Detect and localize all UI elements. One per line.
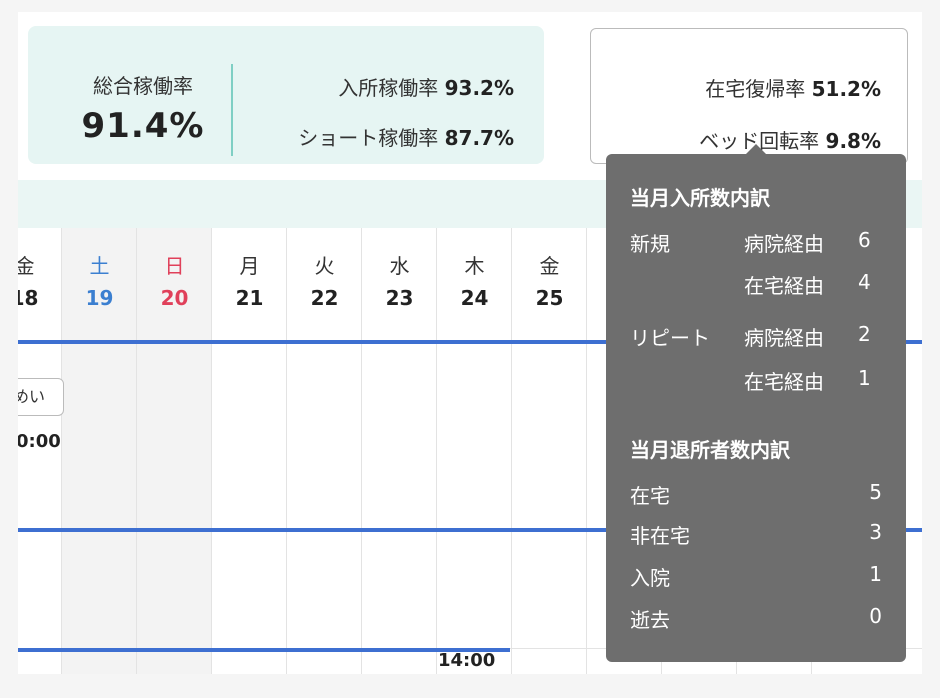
admission-occupancy: 入所稼働率 93.2%: [338, 72, 514, 101]
discharge-label: 逝去: [630, 608, 670, 632]
breakdown-tooltip: 当月入所数内訳 新規 病院経由 6 在宅経由 4 リピート 病院経由 2 在宅経…: [606, 144, 906, 662]
overall-occupancy-label: 総合稼働率: [93, 74, 193, 98]
day-column[interactable]: 土 19: [61, 228, 137, 674]
day-column[interactable]: 水 23: [361, 228, 437, 674]
short-occupancy: ショート稼働率 87.7%: [298, 122, 514, 151]
repeat-home-label: 在宅経由: [744, 370, 824, 394]
day-of-week: 月: [239, 254, 260, 278]
home-return-rate: 在宅復帰率 51.2%: [705, 73, 881, 102]
day-column[interactable]: 月 21: [211, 228, 287, 674]
stats-divider: [231, 64, 233, 156]
day-number: 25: [535, 286, 564, 310]
discharge-value: 1: [869, 562, 882, 586]
day-of-week: 水: [389, 254, 410, 278]
day-column[interactable]: 火 22: [286, 228, 362, 674]
occupancy-stats-panel: 総合稼働率 91.4% 入所稼働率 93.2% ショート稼働率 87.7%: [28, 26, 544, 164]
day-of-week: 金: [539, 254, 560, 278]
discharge-value: 3: [869, 520, 882, 544]
day-number: 22: [310, 286, 339, 310]
repeat-home-value: 1: [858, 366, 871, 390]
day-of-week: 土: [89, 254, 110, 278]
resident-tag[interactable]: めい: [18, 378, 64, 416]
day-number: 24: [460, 286, 489, 310]
day-column[interactable]: 日 20: [136, 228, 212, 674]
discharge-value: 5: [869, 480, 882, 504]
home-return-value: 51.2%: [811, 77, 881, 101]
dashboard-card: 総合稼働率 91.4% 入所稼働率 93.2% ショート稼働率 87.7% 在宅…: [18, 12, 922, 674]
home-return-label: 在宅復帰率: [705, 77, 806, 101]
day-of-week: 火: [314, 254, 335, 278]
discharge-breakdown-heading: 当月退所者数内訳: [630, 438, 790, 462]
new-hospital-label: 病院経由: [744, 232, 824, 256]
new-label: 新規: [630, 232, 670, 256]
overall-occupancy-value: 91.4%: [81, 106, 205, 146]
discharge-label: 非在宅: [630, 524, 690, 548]
day-number: 21: [235, 286, 264, 310]
repeat-hospital-label: 病院経由: [744, 326, 824, 350]
short-occupancy-value: 87.7%: [444, 126, 514, 150]
new-hospital-value: 6: [858, 228, 871, 252]
day-of-week: 金: [18, 254, 35, 278]
discharge-label: 入院: [630, 566, 670, 590]
day-number: 19: [85, 286, 114, 310]
tooltip-arrow: [746, 144, 766, 154]
admission-occupancy-label: 入所稼働率: [338, 76, 439, 100]
discharge-value: 0: [869, 604, 882, 628]
event-time: 14:00: [438, 650, 496, 671]
day-of-week: 木: [464, 254, 485, 278]
stay-bar[interactable]: [18, 648, 510, 652]
event-time: 0:00: [18, 431, 61, 452]
bed-turnover-value: 9.8%: [825, 129, 881, 153]
admission-occupancy-value: 93.2%: [444, 76, 514, 100]
day-column[interactable]: 金 25: [511, 228, 587, 674]
day-number: 20: [160, 286, 189, 310]
day-number: 23: [385, 286, 414, 310]
day-of-week: 日: [164, 254, 185, 278]
short-occupancy-label: ショート稼働率: [298, 126, 439, 150]
repeat-hospital-value: 2: [858, 322, 871, 346]
day-column[interactable]: 木 24: [436, 228, 512, 674]
new-home-label: 在宅経由: [744, 274, 824, 298]
discharge-label: 在宅: [630, 484, 670, 508]
bed-turnover-rate: ベッド回転率 9.8%: [699, 125, 881, 154]
repeat-label: リピート: [630, 326, 710, 350]
day-number: 18: [18, 286, 39, 310]
new-home-value: 4: [858, 270, 871, 294]
admission-breakdown-heading: 当月入所数内訳: [630, 186, 770, 210]
